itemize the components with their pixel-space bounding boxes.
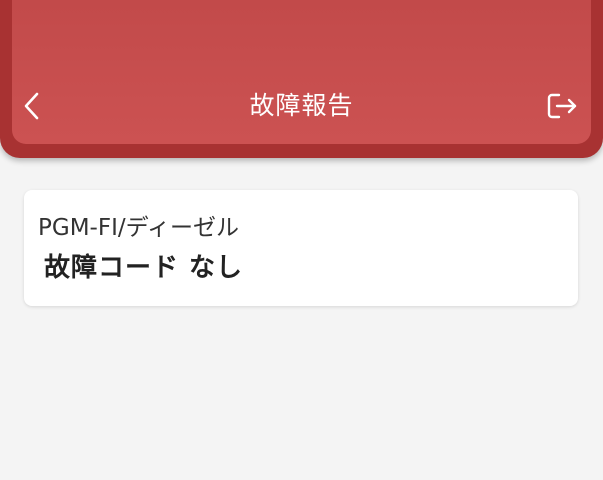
- logout-icon: [547, 93, 577, 119]
- system-label: PGM-FI/ディーゼル: [38, 215, 239, 241]
- page-title: 故障報告: [249, 91, 354, 120]
- nav-bar: 故障報告: [0, 80, 603, 132]
- fault-report-card: PGM-FI/ディーゼル 故障コード なし: [24, 190, 578, 306]
- app-header: 故障報告: [0, 0, 603, 158]
- logout-button[interactable]: [545, 90, 581, 122]
- fault-status: 故障コード なし: [44, 253, 244, 283]
